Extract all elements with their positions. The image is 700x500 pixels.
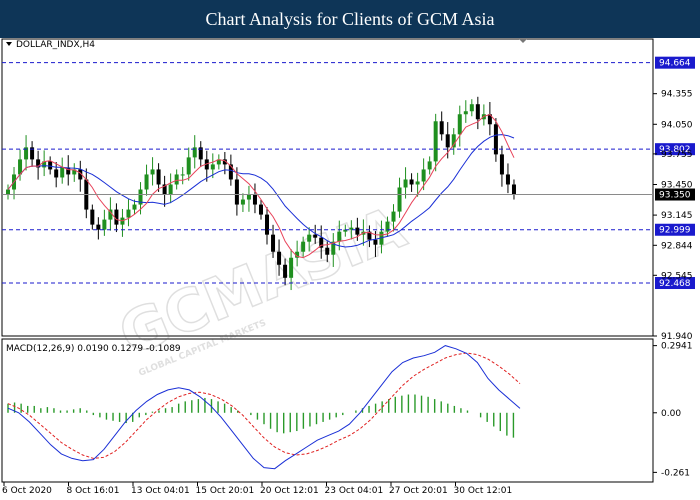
candle-body [240, 199, 245, 205]
candle-body [102, 219, 107, 230]
x-tick-label: 8 Oct 16:01 [67, 486, 120, 496]
candle-body [337, 231, 342, 242]
candle-body [463, 111, 468, 115]
candle-body [499, 154, 504, 175]
candle-body [277, 251, 282, 265]
x-tick-label: 20 Oct 12:01 [260, 486, 319, 496]
candle-body [54, 169, 59, 178]
candle-body [283, 264, 288, 278]
candle-body [433, 121, 438, 162]
chart-canvas: GCMASIA GLOBAL CAPITAL MARKETS DOLLAR_IN… [1, 38, 695, 496]
y-tick-label: 91.940 [661, 332, 693, 342]
candle-body [156, 169, 161, 185]
candle-body [457, 114, 462, 135]
candle-body [168, 184, 173, 195]
candle-body [271, 234, 276, 252]
candle-body [96, 224, 101, 230]
x-tick-label: 23 Oct 04:01 [325, 486, 384, 496]
candle-body [144, 174, 149, 190]
x-tick-label: 6 Oct 2020 [2, 486, 52, 496]
macd-y-tick-label: -0.261 [661, 468, 690, 478]
macd-y-tick-label: 0.00 [661, 409, 681, 419]
y-tick-label: 93.450 [661, 180, 693, 190]
candle-body [421, 169, 426, 182]
macd-panel-frame [1, 338, 654, 483]
candle-body [373, 239, 378, 245]
y-tick-label: 94.355 [661, 90, 693, 100]
candle-body [126, 209, 131, 218]
candle-body [427, 161, 432, 170]
x-tick-label: 30 Oct 12:01 [454, 486, 513, 496]
candle-body [258, 204, 263, 215]
y-tick-label: 94.050 [661, 120, 693, 130]
candle-body [511, 184, 516, 195]
candle-body [90, 209, 95, 225]
candle-body [403, 179, 408, 188]
x-tick-label: 15 Oct 20:01 [196, 486, 255, 496]
candle-body [325, 247, 330, 255]
y-tick-label: 92.844 [661, 241, 693, 251]
y-tick-label: 93.755 [661, 150, 693, 160]
candle-body [186, 157, 191, 175]
candle-body [132, 204, 137, 210]
candle-body [60, 167, 65, 178]
x-tick-label: 27 Oct 20:01 [389, 486, 448, 496]
symbol-label: DOLLAR_INDX,H4 [16, 40, 95, 50]
candle-body [174, 174, 179, 185]
candle-body [210, 164, 215, 170]
candle-body [397, 187, 402, 212]
candle-body [313, 234, 318, 238]
level-badge-label: 92.999 [659, 226, 691, 236]
candle-body [439, 121, 444, 135]
macd-y-tick-label: 0.2941 [661, 342, 693, 352]
candle-body [445, 134, 450, 148]
price-panel-frame [1, 38, 654, 337]
y-tick-label: 93.145 [661, 211, 693, 221]
macd-label: MACD(12,26,9) 0.0190 0.1279 -0.1089 [6, 344, 181, 354]
current-price-label: 93.350 [659, 191, 691, 201]
candle-body [246, 194, 251, 200]
candle-body [301, 241, 306, 252]
candle-body [265, 214, 270, 235]
x-tick-label: 13 Oct 04:01 [131, 486, 190, 496]
candle-body [6, 189, 10, 195]
candle-body [150, 169, 155, 175]
candle-body [415, 181, 420, 185]
candle-body [469, 104, 474, 112]
candle-body [391, 211, 396, 222]
candle-body [355, 227, 360, 235]
chart-title: Chart Analysis for Clients of GCM Asia [0, 0, 700, 38]
candle-body [252, 194, 257, 205]
candle-body [234, 179, 239, 205]
candle-body [180, 174, 185, 176]
candle-body [505, 174, 510, 185]
candle-body [289, 257, 294, 278]
candle-body [48, 161, 53, 170]
level-badge-label: 94.664 [659, 59, 691, 69]
candle-body [493, 124, 498, 155]
candle-body [475, 104, 480, 120]
y-tick-label: 92.545 [661, 271, 693, 281]
candle-body [409, 179, 414, 185]
candle-body [307, 234, 312, 242]
